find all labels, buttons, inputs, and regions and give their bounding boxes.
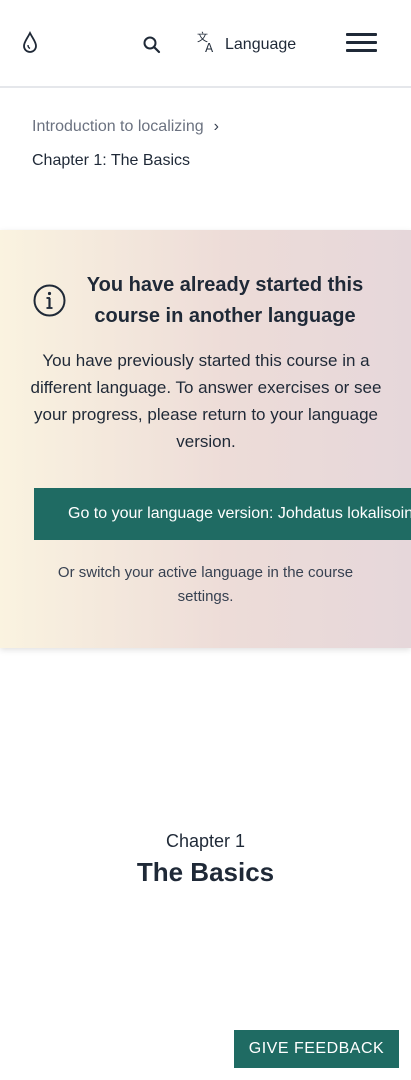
menu-line	[346, 33, 377, 36]
chapter-number: Chapter 1	[165, 831, 246, 851]
menu-line	[346, 49, 377, 52]
top-bar: 文 A Language	[0, 0, 411, 88]
menu-line	[346, 41, 377, 44]
translate-icon: 文 A	[197, 31, 214, 55]
language-button[interactable]: 文 A Language	[196, 28, 296, 58]
switch-language-note: Or switch your active language in the co…	[57, 564, 354, 605]
breadcrumb-current: Chapter 1: The Basics	[32, 152, 191, 169]
language-label: Language	[225, 36, 297, 53]
hamburger-menu-icon[interactable]	[346, 33, 378, 53]
drop-logo-icon[interactable]	[20, 30, 40, 56]
chevron-right-icon: ›	[213, 118, 219, 135]
give-feedback-button[interactable]: GIVE FEEDBACK	[234, 1030, 399, 1068]
go-to-language-version-button[interactable]: Go to your language version: Johdatus lo…	[34, 488, 411, 540]
breadcrumb-parent-label: Introduction to localizing	[32, 118, 204, 135]
notice-body: You have previously started this course …	[30, 351, 382, 451]
info-icon	[33, 284, 66, 317]
search-icon[interactable]	[141, 34, 163, 56]
breadcrumb: Introduction to localizing › Chapter 1: …	[32, 116, 392, 170]
breadcrumb-parent-link[interactable]: Introduction to localizing ›	[32, 116, 392, 138]
notice-title: You have already started this course in …	[86, 274, 364, 327]
chapter-title: The Basics	[136, 857, 275, 887]
svg-text:A: A	[205, 41, 214, 55]
